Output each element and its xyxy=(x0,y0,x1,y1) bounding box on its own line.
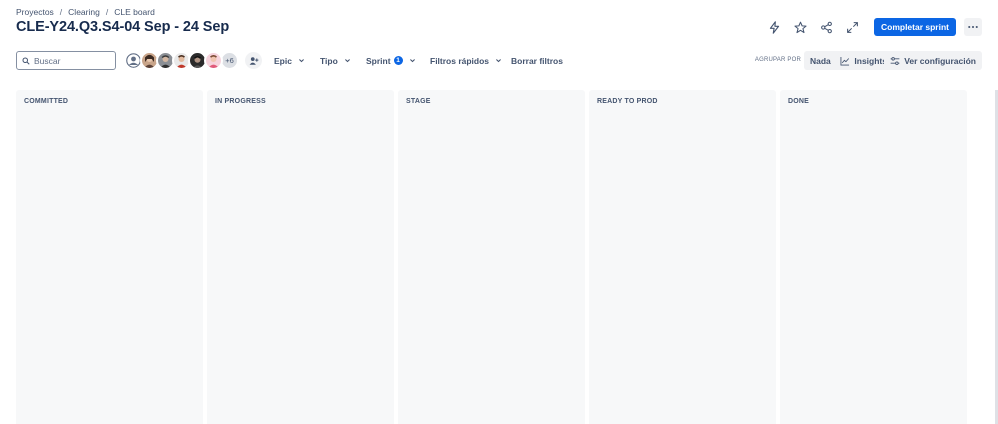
settings-sliders-icon xyxy=(890,56,900,65)
column-stage[interactable]: STAGE xyxy=(398,90,585,424)
view-settings-button[interactable]: Ver configuración xyxy=(884,51,982,70)
chevron-down-icon xyxy=(298,59,304,63)
search-box[interactable] xyxy=(16,51,116,70)
add-person-icon xyxy=(249,56,258,65)
expand-icon[interactable] xyxy=(844,18,862,36)
star-icon[interactable] xyxy=(792,18,810,36)
breadcrumb-cle-board[interactable]: CLE board xyxy=(114,7,155,17)
breadcrumb: Proyectos / Clearing / CLE board xyxy=(16,7,155,17)
search-input[interactable] xyxy=(34,55,114,66)
tipo-filter[interactable]: Tipo xyxy=(320,51,351,70)
clear-filters-button[interactable]: Borrar filtros xyxy=(511,51,563,70)
add-people-button[interactable] xyxy=(245,52,262,69)
column-header: DONE xyxy=(788,98,810,105)
page-title: CLE-Y24.Q3.S4-04 Sep - 24 Sep xyxy=(16,19,230,35)
share-icon[interactable] xyxy=(818,18,836,36)
avatar-group: +6 xyxy=(124,51,239,70)
group-by-label: AGRUPAR POR xyxy=(754,57,801,63)
group-by-value: Nada xyxy=(810,55,831,66)
sprint-filter[interactable]: Sprint 1 xyxy=(366,51,416,70)
column-header: STAGE xyxy=(406,98,431,105)
column-in-progress[interactable]: IN PROGRESS xyxy=(207,90,394,424)
header-actions: Completar sprint xyxy=(766,18,982,36)
chevron-down-icon xyxy=(409,59,415,63)
breadcrumb-proyectos[interactable]: Proyectos xyxy=(16,7,54,17)
column-committed[interactable]: COMMITTED xyxy=(16,90,203,424)
insights-label: Insights xyxy=(854,55,887,66)
breadcrumb-separator: / xyxy=(59,7,63,17)
epic-filter-label: Epic xyxy=(274,55,292,66)
board-toolbar: +6 Epic Tipo Sprint 1 Filtros rápidos Bo… xyxy=(16,51,982,70)
sprint-filter-label: Sprint xyxy=(366,55,391,66)
search-icon xyxy=(22,57,30,65)
column-header: COMMITTED xyxy=(24,98,69,105)
column-done[interactable]: DONE xyxy=(780,90,967,424)
tipo-filter-label: Tipo xyxy=(320,55,338,66)
more-icon xyxy=(968,25,978,29)
chevron-down-icon xyxy=(344,59,350,63)
complete-sprint-button[interactable]: Completar sprint xyxy=(873,18,956,36)
column-header: IN PROGRESS xyxy=(215,98,266,105)
column-header: READY TO PROD xyxy=(597,98,658,105)
view-settings-label: Ver configuración xyxy=(904,55,976,66)
column-ready-to-prod[interactable]: READY TO PROD xyxy=(589,90,776,424)
sprint-count-badge: 1 xyxy=(393,56,403,65)
more-actions-button[interactable] xyxy=(964,18,982,36)
epic-filter[interactable]: Epic xyxy=(274,51,305,70)
board: COMMITTED IN PROGRESS STAGE READY TO PRO… xyxy=(16,90,970,424)
chart-icon xyxy=(840,56,850,65)
quick-filters[interactable]: Filtros rápidos xyxy=(430,51,502,70)
avatar[interactable] xyxy=(204,51,223,70)
breadcrumb-clearing[interactable]: Clearing xyxy=(68,7,100,17)
quick-filters-label: Filtros rápidos xyxy=(430,55,490,66)
breadcrumb-separator: / xyxy=(105,7,109,17)
chevron-down-icon xyxy=(496,59,502,63)
lightning-icon[interactable] xyxy=(766,18,784,36)
